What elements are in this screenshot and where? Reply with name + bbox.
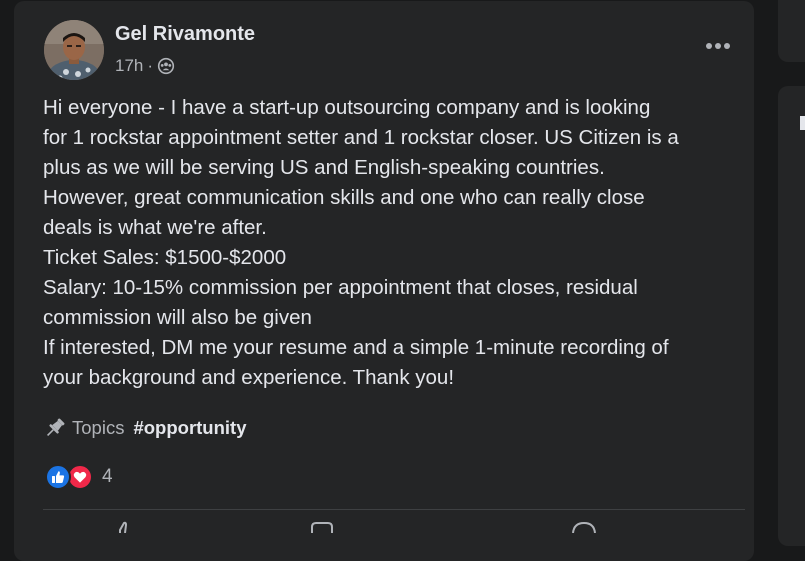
author-avatar[interactable]	[44, 20, 104, 80]
reactions-summary[interactable]: 4	[45, 463, 113, 491]
topics-row: Topics #opportunity	[43, 414, 247, 442]
post-body-line: Ticket Sales: $1500-$2000	[43, 246, 287, 269]
more-options-icon	[706, 43, 730, 49]
post-meta: 17h ·	[115, 55, 175, 77]
avatar-image	[44, 20, 104, 80]
post-body-line: Salary: 10-15% commission per appointmen…	[43, 276, 638, 299]
post-body: Hi everyone - I have a start-up outsourc…	[43, 93, 755, 393]
post-body-line: If interested, DM me your resume and a s…	[43, 336, 669, 359]
comment-action-icon[interactable]	[310, 520, 334, 538]
actions-divider	[43, 509, 745, 510]
right-sidebar-card	[778, 0, 805, 62]
post-body-line: deals is what we're after.	[43, 216, 267, 239]
sidebar-content-edge	[800, 116, 805, 130]
like-action-icon[interactable]	[114, 520, 138, 538]
post-body-line: commission will also be given	[43, 306, 312, 329]
group-audience-icon[interactable]	[157, 57, 175, 75]
post-body-line: your background and experience. Thank yo…	[43, 366, 455, 389]
post-body-line: for 1 rockstar appointment setter and 1 …	[43, 126, 679, 149]
right-sidebar-card	[778, 86, 805, 546]
share-action-icon[interactable]	[571, 520, 597, 538]
post-body-line: plus as we will be serving US and Englis…	[43, 156, 605, 179]
reaction-count: 4	[102, 466, 113, 487]
topics-label: Topics	[72, 417, 125, 438]
author-name[interactable]: Gel Rivamonte	[115, 23, 255, 46]
like-icon	[45, 464, 71, 490]
post-card: Gel Rivamonte 17h · Hi everyone - I have…	[14, 1, 754, 561]
hashtag-link[interactable]: #opportunity	[133, 417, 246, 439]
post-body-line: However, great communication skills and …	[43, 186, 645, 209]
pin-icon	[43, 416, 67, 440]
post-timestamp[interactable]: 17h	[115, 56, 143, 76]
more-options-button[interactable]	[698, 31, 738, 61]
meta-separator: ·	[147, 56, 154, 75]
post-body-line: Hi everyone - I have a start-up outsourc…	[43, 96, 651, 119]
